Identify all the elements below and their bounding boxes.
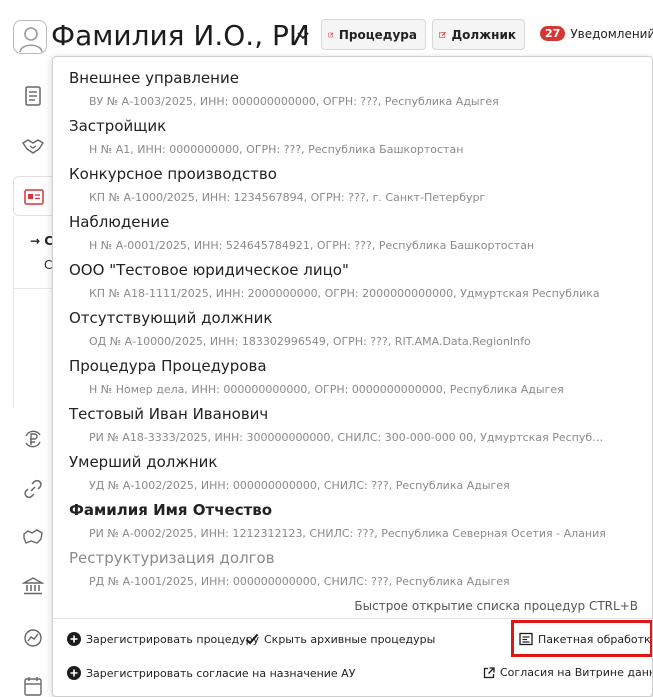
procedure-list-item[interactable]: Внешнее управление ВУ № А-1003/2025, ИНН:… bbox=[53, 59, 652, 108]
id-card-icon bbox=[24, 189, 44, 205]
calendar-icon[interactable] bbox=[22, 675, 44, 697]
procedure-title: Реструктуризация долгов bbox=[69, 549, 275, 567]
divider bbox=[14, 288, 56, 289]
procedure-title: Тестовый Иван Иванович bbox=[69, 405, 269, 423]
plus-circle-icon bbox=[67, 632, 81, 646]
procedure-title: Застройщик bbox=[69, 117, 167, 135]
register-consent-label: Зарегистрировать согласие на назначение … bbox=[86, 666, 356, 680]
procedure-list-item[interactable]: ООО "Тестовое юридическое лицо" КП № А18-… bbox=[53, 251, 652, 300]
checkmark-icon bbox=[245, 633, 259, 645]
procedure-button-label: Процедура bbox=[338, 27, 417, 42]
procedure-list-item[interactable]: Процедура Процедурова Н № Номер дела, ИНН… bbox=[53, 347, 652, 396]
edit-icon bbox=[439, 31, 446, 38]
procedure-list-item[interactable]: Реструктуризация долгов РД № А-1001/2025,… bbox=[53, 539, 652, 588]
vitrine-consents-label: Согласия на Витрине данных bbox=[500, 666, 652, 679]
ruble-cycle-icon[interactable] bbox=[22, 428, 44, 450]
procedure-selector-dropdown: Внешнее управление ВУ № А-1003/2025, ИНН:… bbox=[52, 56, 653, 697]
procedure-title: Фамилия Имя Отчество bbox=[69, 501, 273, 519]
debtor-button-label: Должник bbox=[451, 27, 516, 42]
procedure-details: РД № А-1001/2025, ИНН: 000000000000, СНИ… bbox=[89, 575, 510, 588]
procedure-title: Умерший должник bbox=[69, 453, 218, 471]
procedure-title: Наблюдение bbox=[69, 213, 170, 231]
hide-archived-label: Скрыть архивные процедуры bbox=[264, 632, 436, 646]
procedure-title: ООО "Тестовое юридическое лицо" bbox=[69, 261, 349, 279]
hide-archived-toggle[interactable]: Скрыть архивные процедуры bbox=[245, 632, 435, 646]
register-consent-button[interactable]: Зарегистрировать согласие на назначение … bbox=[67, 666, 355, 680]
external-link-icon bbox=[483, 666, 495, 678]
divider bbox=[53, 618, 652, 619]
link-icon[interactable] bbox=[22, 478, 44, 500]
procedure-title: Внешнее управление bbox=[69, 69, 239, 87]
document-icon[interactable] bbox=[22, 85, 44, 107]
procedure-list-item[interactable]: Наблюдение Н № А-0001/2025, ИНН: 52464578… bbox=[53, 203, 652, 252]
plus-circle-icon bbox=[67, 666, 81, 680]
analytics-icon[interactable] bbox=[22, 627, 44, 649]
chevron-down-icon[interactable] bbox=[296, 29, 310, 43]
map-icon[interactable] bbox=[22, 526, 44, 548]
procedure-list-item[interactable]: Отсутствующий должник ОД № А-10000/2025, … bbox=[53, 299, 652, 348]
register-procedure-label: Зарегистрировать процедуру bbox=[86, 632, 260, 646]
procedure-list-item[interactable]: Конкурсное производство КП № А-1000/2025,… bbox=[53, 155, 652, 204]
notifications-link[interactable]: 27 Уведомлений bbox=[540, 26, 653, 41]
user-name-title[interactable]: Фамилия И.О., РИ bbox=[51, 18, 310, 54]
notifications-count-badge: 27 bbox=[540, 26, 566, 41]
procedure-list-item[interactable]: Фамилия Имя Отчество РИ № А-0002/2025, ИН… bbox=[53, 491, 652, 540]
sidebar-item-card-active[interactable] bbox=[13, 176, 55, 216]
bank-icon[interactable] bbox=[22, 575, 44, 597]
highlight-box bbox=[511, 620, 652, 657]
procedure-list-item[interactable]: Тестовый Иван Иванович РИ № А18-3333/2025… bbox=[53, 395, 652, 444]
procedure-title: Процедура Процедурова bbox=[69, 357, 267, 375]
debtor-button[interactable]: Должник bbox=[432, 19, 525, 50]
notifications-label: Уведомлений bbox=[570, 26, 653, 41]
edit-icon bbox=[328, 32, 334, 37]
procedure-title: Отсутствующий должник bbox=[69, 309, 273, 327]
procedure-title: Конкурсное производство bbox=[69, 165, 277, 183]
user-avatar-icon[interactable] bbox=[13, 20, 47, 54]
procedure-list[interactable]: Внешнее управление ВУ № А-1003/2025, ИНН:… bbox=[53, 57, 652, 591]
quick-open-hint: Быстрое открытие списка процедур CTRL+B bbox=[354, 599, 638, 613]
procedure-list-item[interactable]: Застройщик Н № А1, ИНН: 0000000000, ОГРН:… bbox=[53, 107, 652, 156]
vitrine-consents-link[interactable]: Согласия на Витрине данных bbox=[483, 666, 652, 679]
content-partial-heading: → С bbox=[30, 234, 54, 248]
procedure-button[interactable]: Процедура bbox=[321, 19, 426, 50]
procedure-list-item[interactable]: Умерший должник УД № А-1002/2025, ИНН: 00… bbox=[53, 443, 652, 492]
handshake-icon[interactable] bbox=[22, 135, 44, 157]
register-procedure-button[interactable]: Зарегистрировать процедуру bbox=[67, 632, 259, 646]
